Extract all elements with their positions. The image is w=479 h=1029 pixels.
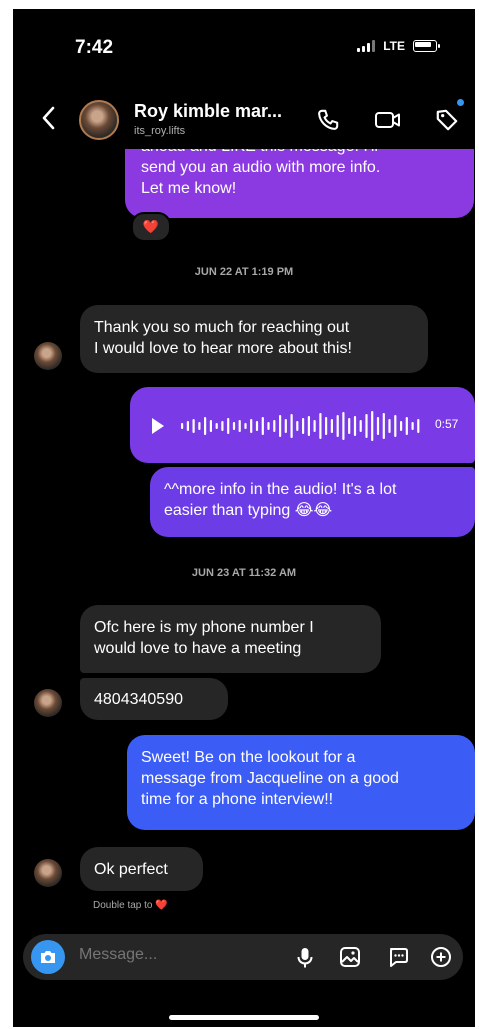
timestamp: JUN 22 AT 1:19 PM	[194, 266, 294, 278]
message-line: Ok perfect	[94, 861, 168, 878]
status-indicators: LTE	[357, 39, 440, 53]
audio-waveform[interactable]	[180, 409, 422, 443]
double-tap-hint: Double tap to ❤️	[93, 900, 168, 911]
reaction-badge[interactable]: ❤️	[131, 212, 171, 242]
play-icon[interactable]	[150, 417, 166, 435]
message-line: Let me know!	[141, 180, 237, 197]
heart-reaction: ❤️	[142, 219, 160, 234]
phone-icon[interactable]	[315, 107, 341, 133]
audio-message[interactable]: 0:57	[130, 387, 475, 463]
chat-header: Roy kimble mar... its_roy.lifts	[13, 89, 475, 149]
incoming-message[interactable]: 4804340590	[80, 678, 228, 720]
message-line: easier than typing 😂😂	[164, 502, 333, 519]
network-label: LTE	[383, 39, 405, 53]
message-line: ^^more info in the audio! It's a lot	[164, 481, 397, 498]
status-time: 7:42	[75, 37, 114, 58]
contact-avatar[interactable]	[34, 689, 62, 717]
timestamp: JUN 23 AT 11:32 AM	[191, 567, 297, 579]
battery-icon	[413, 40, 440, 52]
incoming-message[interactable]: Ofc here is my phone number I would love…	[80, 605, 381, 673]
message-line: Thank you so much for reaching out	[94, 319, 350, 336]
home-indicator[interactable]	[169, 1015, 319, 1020]
outgoing-message[interactable]: ^^more info in the audio! It's a lot eas…	[150, 467, 475, 537]
message-line: time for a phone interview!!	[141, 791, 334, 808]
contact-avatar[interactable]	[34, 859, 62, 887]
video-camera-icon[interactable]	[373, 107, 403, 133]
message-line: Ofc here is my phone number I	[94, 619, 314, 636]
chat-screen: 7:42 LTE Roy kimble mar... its_roy.lifts…	[13, 9, 475, 1027]
audio-duration: 0:57	[435, 417, 459, 431]
contact-avatar[interactable]	[34, 342, 62, 370]
header-avatar[interactable]	[79, 100, 119, 140]
contact-username[interactable]: its_roy.lifts	[134, 125, 185, 137]
outgoing-message[interactable]: Sweet! Be on the lookout for a message f…	[127, 735, 475, 830]
notification-dot	[457, 99, 464, 106]
chevron-left-icon[interactable]	[39, 105, 59, 131]
plus-icon[interactable]	[430, 946, 452, 968]
contact-name[interactable]: Roy kimble mar...	[134, 101, 282, 122]
incoming-message[interactable]: Thank you so much for reaching out I wou…	[80, 305, 428, 373]
camera-icon	[41, 951, 55, 963]
message-line: I would love to hear more about this!	[94, 340, 352, 357]
message-line: send you an audio with more info.	[141, 159, 381, 176]
incoming-message[interactable]: Ok perfect	[80, 847, 203, 891]
message-line: would love to have a meeting	[94, 640, 302, 657]
message-line: message from Jacqueline on a good	[141, 770, 399, 787]
signal-icon	[357, 40, 376, 52]
microphone-icon[interactable]	[295, 946, 315, 970]
message-line: Sweet! Be on the lookout for a	[141, 749, 356, 766]
phone-number[interactable]: 4804340590	[94, 691, 183, 708]
sticker-icon[interactable]	[387, 946, 409, 968]
message-input[interactable]	[79, 946, 249, 964]
camera-button[interactable]	[31, 940, 65, 974]
message-composer	[23, 934, 463, 980]
gallery-icon[interactable]	[339, 946, 361, 968]
tag-icon[interactable]	[434, 107, 460, 133]
